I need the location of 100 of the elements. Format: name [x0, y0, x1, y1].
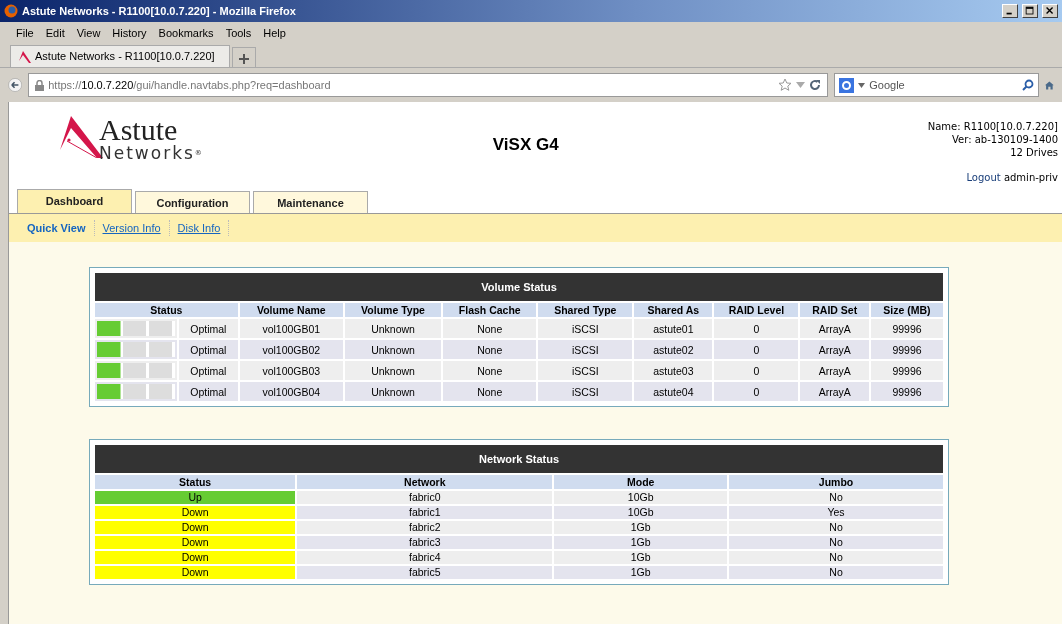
google-icon[interactable] [839, 77, 855, 93]
minimize-button[interactable] [1002, 4, 1018, 18]
address-field[interactable]: https://10.0.7.220/gui/handle.navtabs.php?req=dashboard [28, 73, 829, 97]
table-cell: Optimal [179, 340, 238, 359]
table-cell: No [729, 566, 943, 579]
table-cell: iSCSI [538, 319, 633, 338]
plus-icon [238, 53, 250, 66]
table-cell: Optimal [179, 382, 238, 401]
table-cell: vol100GB01 [239, 319, 343, 338]
menu-item[interactable]: Bookmarks [152, 24, 220, 42]
search-placeholder: Google [869, 77, 905, 93]
table-cell: 0 [714, 340, 799, 359]
status-cell: Down [95, 551, 296, 564]
table-cell: astute04 [634, 382, 713, 401]
column-header: Volume Type [344, 303, 442, 317]
table-cell: 99996 [871, 382, 943, 401]
table-cell: iSCSI [538, 340, 633, 359]
table-cell: ArrayA [800, 382, 869, 401]
table-cell: iSCSI [538, 382, 633, 401]
table-title: Volume Status [95, 273, 943, 301]
table-cell: Unknown [344, 319, 442, 338]
status-cell: Down [95, 536, 296, 549]
table-cell: No [729, 551, 943, 564]
menu-item[interactable]: Help [257, 24, 292, 42]
column-header: Status [95, 475, 296, 489]
subnav-link[interactable]: Disk Info [169, 219, 230, 237]
menu-item[interactable]: Tools [219, 24, 258, 42]
status-cell: Down [95, 521, 296, 534]
table-cell: 0 [714, 319, 799, 338]
window-title: Astute Networks - R1100[10.0.7.220] - Mozilla Firefox [22, 3, 296, 19]
menu-item[interactable]: File [10, 24, 40, 42]
nav-tab[interactable]: Dashboard [17, 189, 132, 213]
menu-item[interactable]: History [106, 24, 153, 42]
column-header: Flash Cache [443, 303, 537, 317]
column-header: Size (MB) [871, 303, 943, 317]
logo-text: Astute [99, 116, 178, 144]
table-cell: ArrayA [800, 361, 869, 380]
maximize-button[interactable] [1022, 4, 1038, 18]
table-cell: 0 [714, 382, 799, 401]
table-cell: vol100GB04 [239, 382, 343, 401]
subnav-link[interactable]: Quick View [19, 219, 95, 237]
table-cell: No [729, 491, 943, 504]
table-cell: 10Gb [554, 506, 728, 519]
table-cell: fabric1 [297, 506, 553, 519]
table-cell: 99996 [871, 340, 943, 359]
status-cell: Down [95, 506, 296, 519]
new-tab-button[interactable] [232, 47, 256, 67]
status-cell: Up [95, 491, 296, 504]
column-header: RAID Level [714, 303, 799, 317]
table-cell: None [443, 382, 537, 401]
star-icon[interactable] [778, 78, 793, 92]
column-header: Shared As [634, 303, 713, 317]
table-cell: Optimal [179, 361, 238, 380]
dropdown-icon[interactable] [858, 82, 866, 88]
logo-subtitle: Networks [99, 143, 195, 163]
table-cell: vol100GB03 [239, 361, 343, 380]
device-info: Name: R1100[10.0.7.220] [927, 120, 1058, 133]
table-cell: 1Gb [554, 521, 728, 534]
table-cell: vol100GB02 [239, 340, 343, 359]
table-cell: Unknown [344, 361, 442, 380]
table-cell: fabric5 [297, 566, 553, 579]
nav-tab[interactable]: Maintenance [253, 191, 368, 213]
user-name: admin-priv [1003, 172, 1058, 183]
column-header: Network [297, 475, 553, 489]
table-cell: fabric4 [297, 551, 553, 564]
reload-icon[interactable] [809, 79, 822, 91]
device-info: Ver: ab-130109-1400 [951, 133, 1058, 146]
table-cell: Unknown [344, 340, 442, 359]
url-text: https://10.0.7.220/gui/handle.navtabs.php?req=dashboard [48, 77, 331, 93]
search-icon[interactable] [1022, 79, 1035, 91]
table-cell: None [443, 340, 537, 359]
close-button[interactable] [1042, 4, 1058, 18]
table-cell: None [443, 319, 537, 338]
nav-tab[interactable]: Configuration [135, 191, 250, 213]
table-cell: None [443, 361, 537, 380]
menu-item[interactable]: View [70, 24, 107, 42]
column-header: Shared Type [538, 303, 633, 317]
table-cell: 1Gb [554, 551, 728, 564]
table-cell: 0 [714, 361, 799, 380]
product-title: ViSX G4 [491, 134, 560, 156]
lock-icon [35, 79, 45, 91]
table-cell: astute01 [634, 319, 713, 338]
table-cell: ArrayA [800, 340, 869, 359]
table-cell: astute03 [634, 361, 713, 380]
table-cell: 10Gb [554, 491, 728, 504]
table-cell: 1Gb [554, 536, 728, 549]
table-cell: astute02 [634, 340, 713, 359]
table-title: Network Status [95, 445, 943, 473]
browser-tab[interactable]: Astute Networks - R1100[10.0.7.220] [10, 45, 230, 67]
subnav-link[interactable]: Version Info [94, 219, 170, 237]
search-field[interactable]: Google [834, 73, 1040, 97]
table-cell: iSCSI [538, 361, 633, 380]
logout-link[interactable]: Logout [966, 172, 1001, 183]
table-cell: 99996 [871, 319, 943, 338]
logo-icon [19, 50, 31, 63]
column-header: Mode [554, 475, 728, 489]
firefox-icon [4, 4, 18, 18]
table-cell: No [729, 536, 943, 549]
table-cell: 99996 [871, 361, 943, 380]
menu-item[interactable]: Edit [39, 24, 71, 42]
